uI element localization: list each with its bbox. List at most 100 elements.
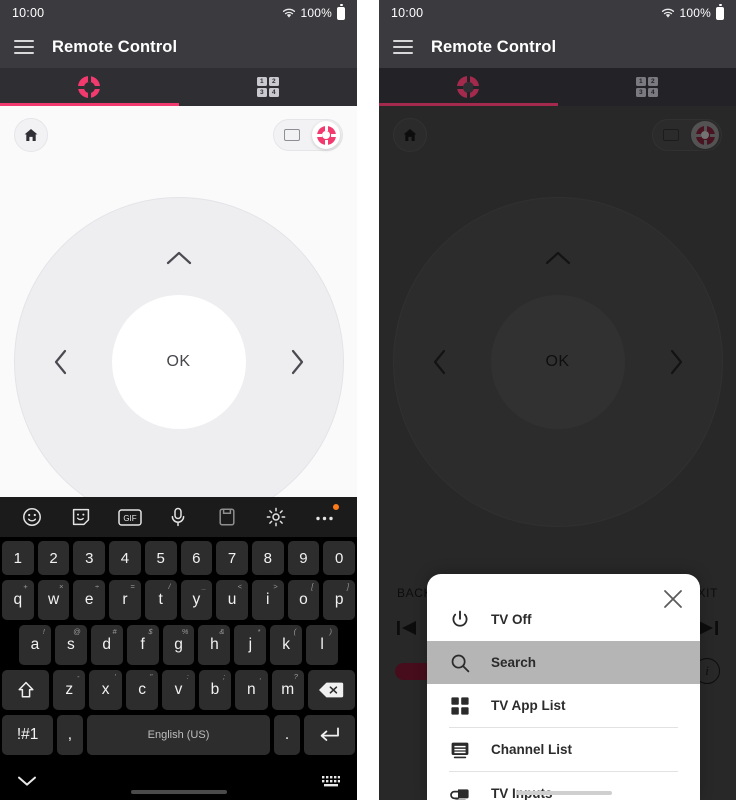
dpad-ok-button[interactable]: OK (111, 295, 246, 429)
control-row (0, 106, 357, 152)
key-z-sup: - (76, 672, 80, 681)
remote-content: OK BACK EXIT (379, 106, 736, 800)
key-0[interactable]: 0 (323, 541, 356, 575)
status-right-cluster: 100% (661, 4, 724, 20)
menu-item-tv-inputs[interactable]: TV Inputs (427, 772, 700, 800)
plug-input-icon (449, 784, 471, 800)
key-n[interactable]: ,n (235, 670, 268, 710)
key-b[interactable]: ; b (198, 670, 232, 710)
menu-item-tv-app-list[interactable]: TV App List (427, 684, 700, 727)
key-p[interactable]: ] p (323, 580, 356, 620)
key-o[interactable]: [o (287, 580, 320, 620)
key-d[interactable]: # d (90, 625, 123, 665)
power-icon (449, 610, 471, 630)
key-k[interactable]: (k (270, 625, 303, 665)
key-p-label: p (334, 591, 344, 608)
tab-dpad[interactable] (0, 68, 179, 106)
key-9[interactable]: 9 (287, 541, 320, 575)
symbols-key[interactable]: !#1 (2, 715, 54, 755)
key-l[interactable]: ) l (306, 625, 339, 665)
key-q[interactable]: + q (1, 580, 34, 620)
tab-numpad[interactable]: 1 2 3 4 (179, 68, 358, 106)
key-x[interactable]: ' x (89, 670, 122, 710)
key-a[interactable]: ! a (19, 625, 51, 665)
menu-item-channel-list[interactable]: Channel List (427, 728, 700, 771)
key-p-sup: ] (346, 582, 350, 591)
notification-badge (332, 504, 339, 510)
gif-icon[interactable]: GIF (115, 503, 145, 531)
mode-toggle[interactable] (273, 119, 343, 151)
key-e[interactable]: ÷ e (73, 580, 106, 620)
home-button[interactable] (14, 118, 48, 152)
key-e-label: e (84, 591, 94, 608)
key-u[interactable]: < u (216, 580, 248, 620)
tab-dpad[interactable] (379, 68, 558, 106)
key-j[interactable]: * j (234, 625, 267, 665)
dpad-left-button[interactable] (53, 349, 69, 375)
key-f[interactable]: $ f (126, 625, 159, 665)
key-t-sup: / (168, 582, 171, 591)
sticker-icon[interactable] (66, 503, 96, 531)
key-k-sup: ( (293, 627, 297, 636)
key-6[interactable]: 6 (180, 541, 213, 575)
key-7[interactable]: 7 (216, 541, 248, 575)
mode-toggle-knob[interactable] (312, 121, 340, 149)
key-g[interactable]: % g (162, 625, 195, 665)
key-m[interactable]: ? m (271, 670, 304, 710)
shift-icon[interactable] (2, 670, 50, 710)
space-key[interactable]: English (US) (86, 715, 271, 755)
key-y[interactable]: _ y (180, 580, 213, 620)
key-d-label: d (102, 636, 112, 653)
dpad-up-button[interactable] (166, 250, 192, 266)
keyboard-row-zxcv: -z ' x " c :v ; b ,n ? m (2, 670, 355, 710)
key-r[interactable]: = r (109, 580, 141, 620)
key-1[interactable]: 1 (1, 541, 34, 575)
dpad-right-button[interactable] (289, 349, 305, 375)
key-3[interactable]: 3 (73, 541, 106, 575)
key-c-label: c (138, 681, 146, 698)
numpad-key-3: 3 (256, 88, 267, 97)
svg-text:GIF: GIF (123, 514, 136, 523)
key-b-label: b (210, 681, 220, 698)
dpad-wheel[interactable]: OK (13, 197, 344, 527)
status-right-cluster: 100% (282, 4, 345, 20)
key-t[interactable]: / t (144, 580, 177, 620)
key-c[interactable]: " c (125, 670, 159, 710)
key-s[interactable]: @ s (54, 625, 87, 665)
key-i-sup: > (273, 582, 278, 591)
backspace-icon[interactable] (307, 670, 355, 710)
key-5[interactable]: 5 (144, 541, 177, 575)
settings-gear-icon[interactable] (261, 503, 291, 531)
key-h[interactable]: & h (198, 625, 231, 665)
tab-numpad[interactable]: 1 2 3 4 (558, 68, 736, 106)
key-v-sup: : (186, 672, 189, 681)
microphone-icon[interactable] (163, 503, 193, 531)
key-v[interactable]: :v (162, 670, 195, 710)
clipboard-icon[interactable] (212, 503, 242, 531)
home-indicator (515, 791, 612, 795)
emoji-icon[interactable] (17, 503, 47, 531)
key-2[interactable]: 2 (37, 541, 70, 575)
touchpad-icon[interactable] (278, 129, 306, 141)
key-i[interactable]: > i (251, 580, 284, 620)
key-8[interactable]: 8 (251, 541, 284, 575)
more-options-icon[interactable] (310, 503, 340, 531)
keyboard-number-row: 1 2 3 4 5 6 7 8 9 0 (1, 541, 356, 575)
key-w[interactable]: × w (37, 580, 70, 620)
key-4[interactable]: 4 (109, 541, 141, 575)
hamburger-menu-icon[interactable] (393, 40, 413, 54)
key-j-sup: * (257, 627, 261, 636)
numpad-icon: 1 2 3 4 (635, 77, 658, 97)
key-z[interactable]: -z (53, 670, 86, 710)
menu-item-tv-off[interactable]: TV Off (427, 598, 700, 641)
keyboard-switch-icon[interactable] (321, 774, 341, 788)
hamburger-menu-icon[interactable] (14, 40, 34, 54)
menu-item-search[interactable]: Search (427, 641, 700, 684)
comma-key[interactable]: , (57, 715, 83, 755)
dpad-ok-label: OK (166, 353, 191, 370)
key-x-sup: ' (114, 672, 116, 681)
period-key[interactable]: . (274, 715, 300, 755)
enter-return-icon[interactable] (303, 715, 355, 755)
keyboard-row-bottom: !#1 , English (US) . (2, 715, 355, 755)
chevron-down-icon[interactable] (16, 774, 38, 788)
